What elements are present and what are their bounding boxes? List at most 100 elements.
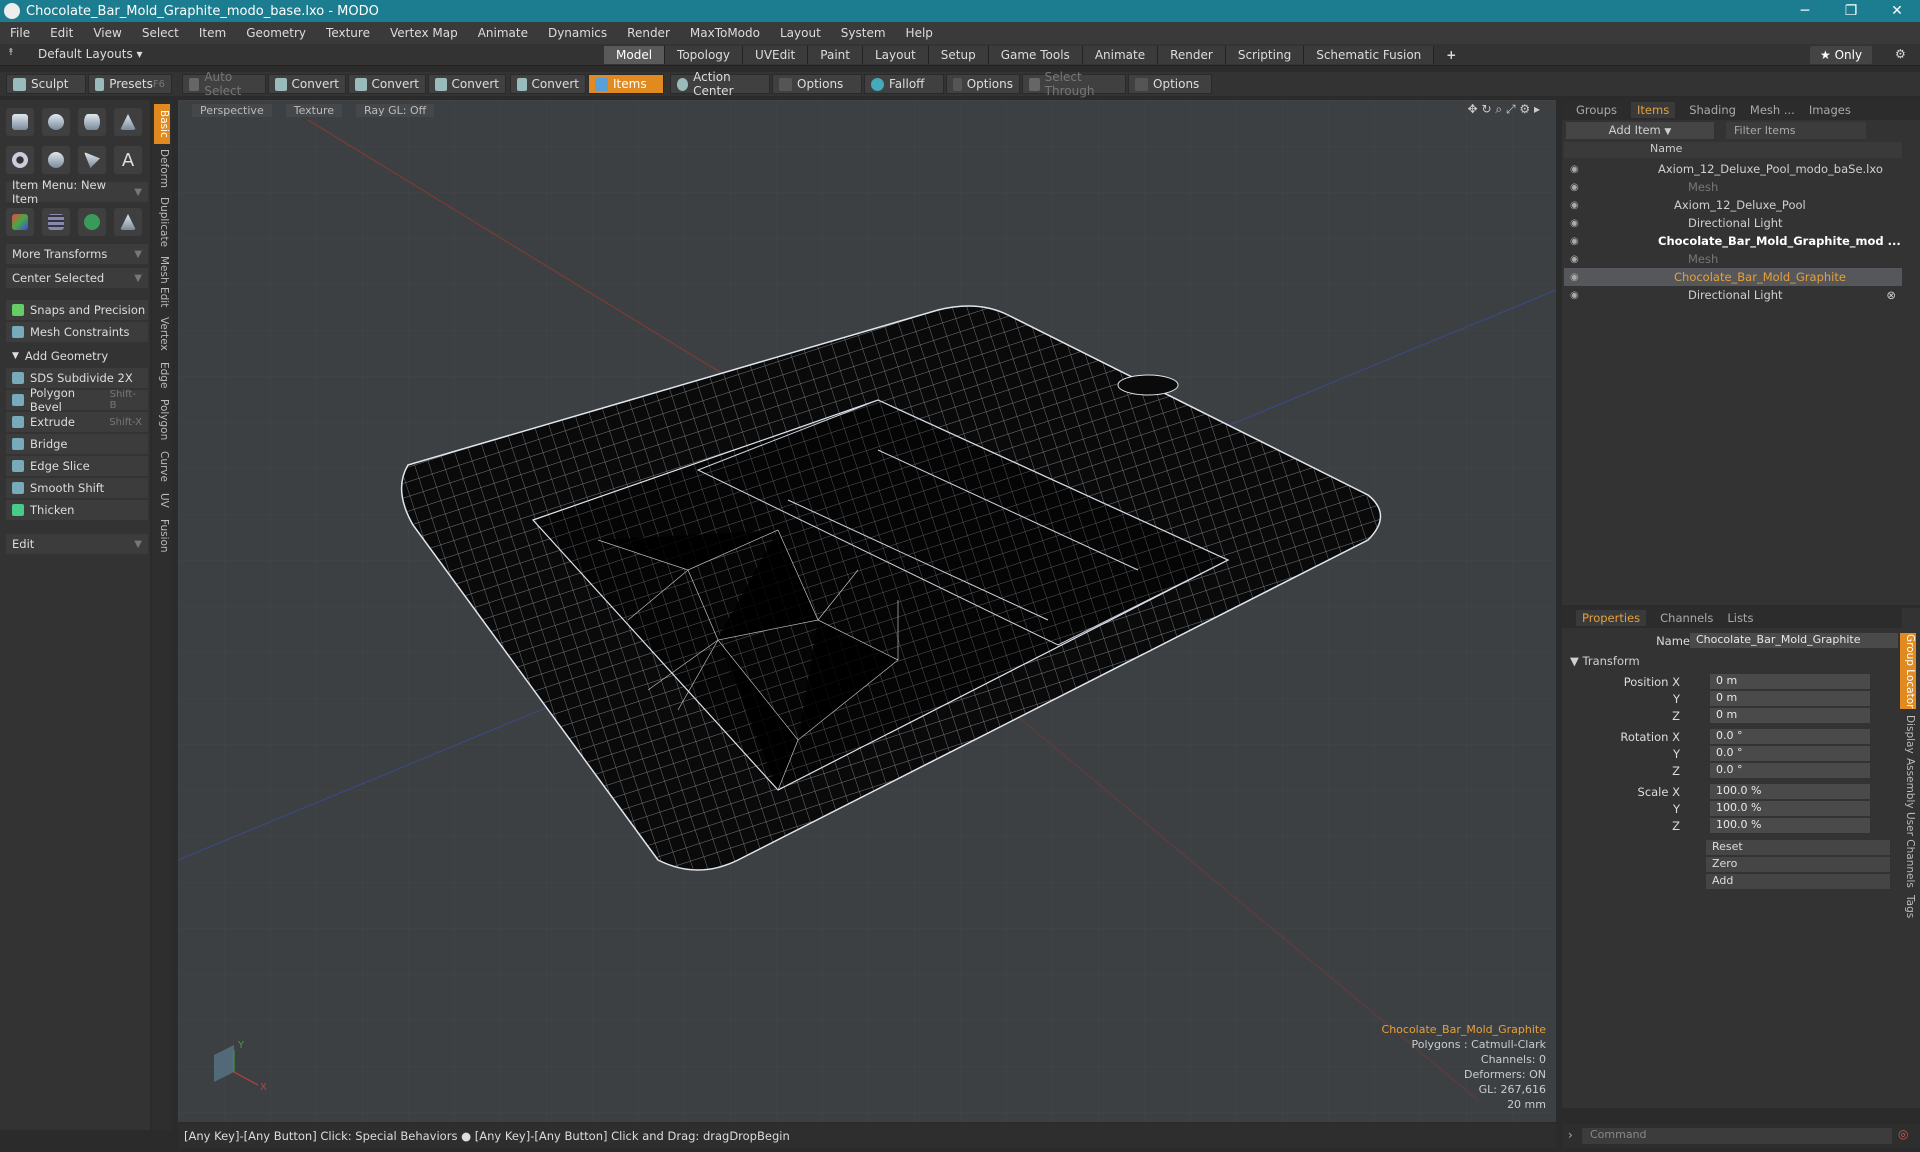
sidetab-fusion[interactable]: Fusion	[154, 516, 170, 556]
zero-dropdown[interactable]: Zero	[1706, 857, 1890, 872]
minimize-icon[interactable]: ─	[1782, 3, 1828, 19]
name-column-header[interactable]: Name	[1564, 142, 1902, 158]
menu-dynamics[interactable]: Dynamics	[548, 26, 607, 40]
menu-system[interactable]: System	[841, 26, 886, 40]
gear-icon[interactable]: ⚙	[1895, 47, 1906, 61]
tree-row[interactable]: ◉ Axiom_12_Deluxe_Pool	[1564, 196, 1902, 214]
edit-dropdown[interactable]: Edit ▼	[6, 534, 148, 554]
close-icon[interactable]: ✕	[1874, 3, 1920, 19]
tree-row[interactable]: ◉ Chocolate_Bar_Mold_Graphite_mod ...	[1564, 232, 1902, 250]
scale-y-field[interactable]: 100.0 %	[1710, 801, 1870, 816]
sidetab-tags[interactable]: Tags	[1900, 892, 1916, 922]
menu-animate[interactable]: Animate	[478, 26, 528, 40]
capsule-icon[interactable]	[42, 146, 70, 174]
scale-z-field[interactable]: 100.0 %	[1710, 818, 1870, 833]
command-input[interactable]: Command	[1582, 1128, 1892, 1144]
tab-properties[interactable]: Properties	[1576, 610, 1647, 626]
cube-icon[interactable]	[6, 108, 34, 136]
filter-items-input[interactable]: Filter Items	[1726, 122, 1866, 139]
eye-icon[interactable]: ◉	[1570, 290, 1586, 301]
sidetab-polygon[interactable]: Polygon	[154, 396, 170, 444]
tab-schematic-fusion[interactable]: Schematic Fusion	[1304, 46, 1435, 64]
menu-geometry[interactable]: Geometry	[246, 26, 306, 40]
thicken-button[interactable]: Thicken	[6, 500, 148, 520]
add-geometry-header[interactable]: ▼ Add Geometry	[6, 346, 148, 366]
tab-lists[interactable]: Lists	[1727, 611, 1753, 625]
convert-button-1[interactable]: Convert	[268, 74, 346, 94]
tab-render[interactable]: Render	[1158, 46, 1226, 64]
tab-items[interactable]: Items	[1631, 102, 1676, 118]
menu-help[interactable]: Help	[906, 26, 933, 40]
tree-row[interactable]: ◉ Directional Light ⊗	[1564, 286, 1902, 304]
action-center-button[interactable]: Action Center	[670, 70, 770, 98]
tab-model[interactable]: Model	[604, 46, 666, 64]
tab-setup[interactable]: Setup	[928, 46, 989, 64]
menu-render[interactable]: Render	[627, 26, 670, 40]
pyramid-icon[interactable]	[114, 208, 142, 236]
convert-button-2[interactable]: Convert	[348, 74, 426, 94]
menu-edit[interactable]: Edit	[50, 26, 73, 40]
sculpt-button[interactable]: Sculpt	[6, 74, 86, 94]
globe-icon[interactable]	[78, 208, 106, 236]
eye-icon[interactable]: ◉	[1570, 200, 1586, 211]
text-icon[interactable]: A	[114, 146, 142, 174]
eye-icon[interactable]: ◉	[1570, 254, 1586, 265]
record-icon[interactable]: ◎	[1898, 1127, 1908, 1141]
menu-view[interactable]: View	[93, 26, 121, 40]
rotation-x-field[interactable]: 0.0 °	[1710, 729, 1870, 744]
eye-icon[interactable]: ◉	[1570, 236, 1586, 247]
close-circle-icon[interactable]: ⊗	[1886, 288, 1896, 302]
viewport-gear-icon[interactable]: ⚙	[1519, 102, 1530, 116]
menu-texture[interactable]: Texture	[326, 26, 370, 40]
eye-icon[interactable]: ◉	[1570, 164, 1586, 175]
item-menu-dropdown[interactable]: Item Menu: New Item ▼	[6, 178, 148, 206]
eye-icon[interactable]: ◉	[1570, 218, 1586, 229]
rotation-z-field[interactable]: 0.0 °	[1710, 763, 1870, 778]
expand-icon[interactable]: ⯭	[8, 47, 14, 58]
tab-mesh[interactable]: Mesh ...	[1750, 103, 1795, 117]
more-transforms-dropdown[interactable]: More Transforms ▼	[6, 244, 148, 264]
tab-animate[interactable]: Animate	[1082, 46, 1159, 64]
convert-button-4[interactable]: Convert	[510, 74, 586, 94]
options-button-2[interactable]: Options	[946, 74, 1020, 94]
add-tab-icon[interactable]: +	[1434, 46, 1468, 64]
name-field[interactable]: Chocolate_Bar_Mold_Graphite	[1690, 633, 1898, 648]
options-button-3[interactable]: Options	[1128, 74, 1212, 94]
menu-file[interactable]: File	[10, 26, 30, 40]
items-mode-button[interactable]: Items	[588, 74, 664, 94]
sidetab-uv[interactable]: UV	[154, 488, 170, 512]
transform-header[interactable]: ▼ Transform	[1570, 654, 1640, 668]
checkbox-icon[interactable]	[1135, 77, 1148, 91]
sidetab-basic[interactable]: Basic	[154, 104, 170, 144]
position-z-field[interactable]: 0 m	[1710, 708, 1870, 723]
rotate-icon[interactable]: ↻	[1481, 102, 1491, 116]
menu-layout[interactable]: Layout	[780, 26, 821, 40]
tree-row[interactable]: ◉ Mesh	[1564, 250, 1902, 268]
tab-layout[interactable]: Layout	[862, 46, 929, 64]
sidetab-duplicate[interactable]: Duplicate	[154, 194, 170, 250]
maximize-icon[interactable]: ❐	[1828, 3, 1874, 19]
position-y-field[interactable]: 0 m	[1710, 691, 1870, 706]
menu-vertex-map[interactable]: Vertex Map	[390, 26, 458, 40]
raygl-toggle[interactable]: Ray GL: Off	[356, 103, 435, 117]
sidetab-deform[interactable]: Deform	[154, 148, 170, 190]
tab-channels[interactable]: Channels	[1660, 611, 1713, 625]
eye-icon[interactable]: ◉	[1570, 182, 1586, 193]
rotation-y-field[interactable]: 0.0 °	[1710, 746, 1870, 761]
torus-icon[interactable]	[6, 146, 34, 174]
center-selected-dropdown[interactable]: Center Selected ▼	[6, 268, 148, 288]
position-x-field[interactable]: 0 m	[1710, 674, 1870, 689]
extrude-button[interactable]: Extrude Shift-X	[6, 412, 148, 432]
sidetab-assembly[interactable]: Assembly	[1900, 758, 1916, 809]
tab-groups[interactable]: Groups	[1576, 103, 1617, 117]
sds-subdivide-button[interactable]: SDS Subdivide 2X	[6, 368, 148, 388]
sidetab-user-channels[interactable]: User Channels	[1900, 812, 1916, 888]
sidetab-group-locator[interactable]: Group Locator	[1900, 633, 1916, 709]
chevron-right-icon[interactable]: ▸	[1534, 102, 1540, 116]
fit-icon[interactable]: ⤢	[1506, 102, 1516, 116]
tab-scripting[interactable]: Scripting	[1225, 46, 1305, 64]
checkbox-icon[interactable]	[953, 77, 962, 91]
tree-row-selected[interactable]: ◉ Chocolate_Bar_Mold_Graphite	[1564, 268, 1902, 286]
checkbox-icon[interactable]	[779, 77, 792, 91]
add-dropdown[interactable]: Add	[1706, 874, 1890, 889]
